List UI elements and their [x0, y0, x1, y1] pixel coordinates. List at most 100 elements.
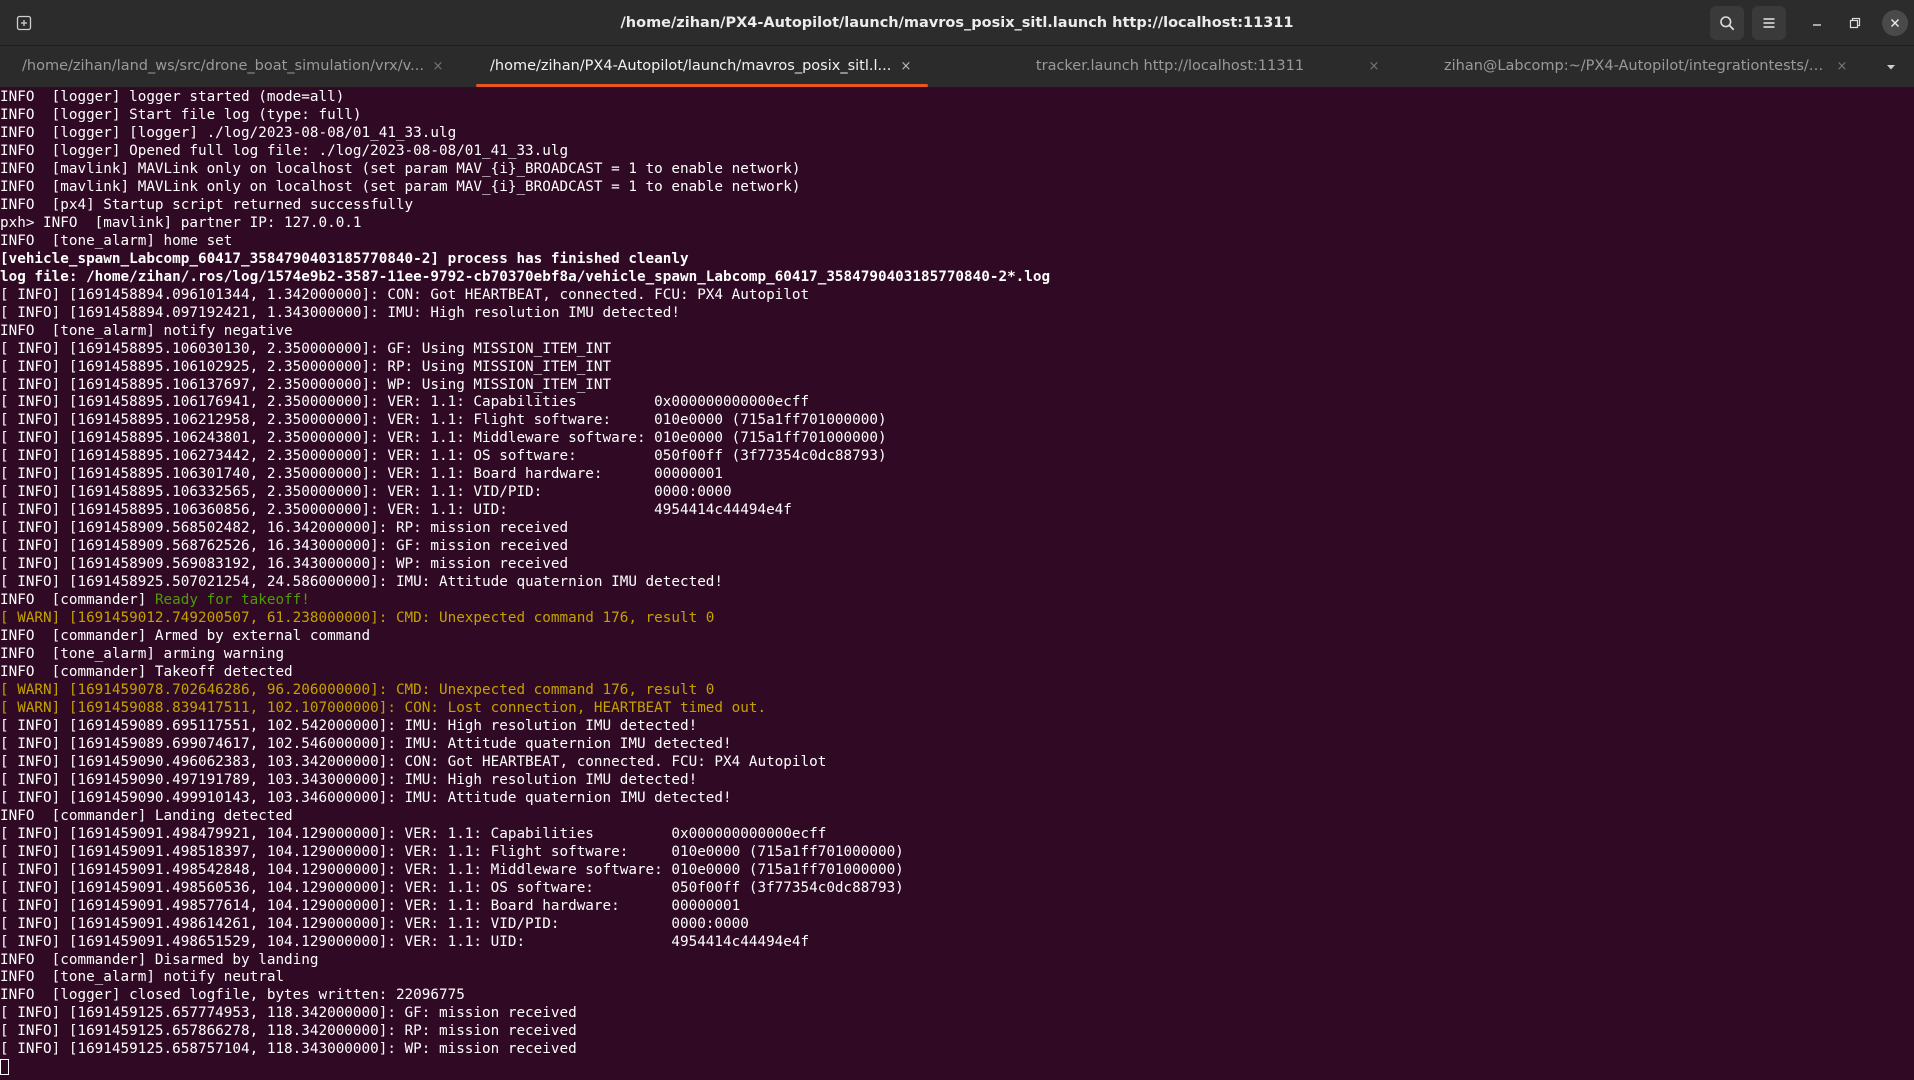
maximize-button[interactable] — [1842, 10, 1868, 36]
tab-vrx[interactable]: /home/zihan/land_ws/src/drone_boat_simul… — [0, 46, 468, 87]
tab-integrationtests[interactable]: zihan@Labcomp:~/PX4-Autopilot/integratio… — [1404, 46, 1872, 87]
terminal-line-text: [vehicle_spawn_Labcomp_60417_35847904031… — [0, 250, 689, 267]
terminal-line-text: [ INFO] [1691458895.106102925, 2.3500000… — [0, 358, 612, 375]
terminal-line: [vehicle_spawn_Labcomp_60417_35847904031… — [0, 251, 1914, 269]
prompt-line — [0, 1059, 1914, 1077]
tab-mavros-posix-sitl[interactable]: /home/zihan/PX4-Autopilot/launch/mavros_… — [468, 46, 936, 87]
terminal-line-text: [ INFO] [1691458909.568502482, 16.342000… — [0, 520, 569, 537]
terminal-line-text: INFO [logger] [logger] ./log/2023-08-08/… — [0, 124, 457, 141]
close-icon — [1890, 18, 1900, 28]
terminal-line-text: [ INFO] [1691459091.498614261, 104.12900… — [0, 915, 749, 932]
terminal-line: [ INFO] [1691458909.568762526, 16.343000… — [0, 538, 1914, 556]
terminal-line: INFO [px4] Startup script returned succe… — [0, 197, 1914, 215]
terminal-line-text: INFO [tone_alarm] arming warning — [0, 646, 285, 663]
terminal-line: [ INFO] [1691459090.499910143, 103.34600… — [0, 790, 1914, 808]
window-title: /home/zihan/PX4-Autopilot/launch/mavros_… — [620, 15, 1294, 31]
terminal-line-text: [ WARN] [1691459012.749200507, 61.238000… — [0, 610, 715, 627]
terminal-line: [ WARN] [1691459012.749200507, 61.238000… — [0, 610, 1914, 628]
search-button[interactable] — [1710, 6, 1744, 40]
terminal-line: [ INFO] [1691458895.106176941, 2.3500000… — [0, 394, 1914, 412]
tab-close-icon[interactable]: × — [430, 58, 446, 74]
new-tab-icon — [16, 15, 32, 31]
hamburger-menu-icon — [1763, 18, 1775, 28]
terminal-line: [ INFO] [1691459089.695117551, 102.54200… — [0, 718, 1914, 736]
terminal-line-text: [ INFO] [1691459090.497191789, 103.34300… — [0, 771, 698, 788]
chevron-down-icon — [1887, 65, 1895, 70]
terminal-line: INFO [tone_alarm] notify negative — [0, 323, 1914, 341]
terminal-line: INFO [logger] closed logfile, bytes writ… — [0, 987, 1914, 1005]
tab-label: zihan@Labcomp:~/PX4-Autopilot/integratio… — [1444, 58, 1832, 74]
terminal-line: [ INFO] [1691458895.106301740, 2.3500000… — [0, 466, 1914, 484]
terminal-line: [ INFO] [1691458894.096101344, 1.3420000… — [0, 287, 1914, 305]
tab-label: /home/zihan/PX4-Autopilot/launch/mavros_… — [490, 58, 892, 74]
terminal-line: INFO [logger] Opened full log file: ./lo… — [0, 143, 1914, 161]
terminal-line-text: INFO [logger] closed logfile, bytes writ… — [0, 987, 465, 1004]
terminal-line: [ INFO] [1691459091.498518397, 104.12900… — [0, 844, 1914, 862]
terminal-line-text: INFO [commander] — [0, 592, 155, 609]
terminal-line-text: INFO [commander] Takeoff detected — [0, 664, 293, 680]
terminal-line: INFO [logger] Start file log (type: full… — [0, 107, 1914, 125]
text-cursor — [0, 1059, 9, 1076]
terminal-line: [ WARN] [1691459078.702646286, 96.206000… — [0, 682, 1914, 700]
terminal-line-text: INFO [tone_alarm] notify neutral — [0, 969, 285, 986]
terminal-line-text: INFO [commander] Disarmed by landing — [0, 951, 319, 968]
terminal-line: INFO [commander] Disarmed by landing — [0, 952, 1914, 970]
terminal-line: [ INFO] [1691459091.498542848, 104.12900… — [0, 862, 1914, 880]
terminal-line-text: [ INFO] [1691459091.498479921, 104.12900… — [0, 825, 827, 842]
search-icon — [1720, 16, 1735, 31]
tab-label: tracker.launch http://localhost:11311 — [1035, 58, 1305, 74]
terminal-line: [ INFO] [1691458895.106360856, 2.3500000… — [0, 502, 1914, 520]
terminal-line-text: [ INFO] [1691459090.499910143, 103.34600… — [0, 789, 732, 806]
terminal-line-text: INFO [logger] Start file log (type: full… — [0, 106, 362, 123]
header-bar: /home/zihan/PX4-Autopilot/launch/mavros_… — [0, 0, 1914, 46]
tab-close-icon[interactable]: × — [1366, 58, 1382, 74]
tab-close-icon[interactable]: × — [898, 58, 914, 74]
terminal-line-text: INFO [mavlink] MAVLink only on localhost… — [0, 160, 801, 177]
terminal-line-text: [ INFO] [1691458909.568762526, 16.343000… — [0, 538, 569, 555]
terminal-line: [ INFO] [1691458894.097192421, 1.3430000… — [0, 305, 1914, 323]
terminal-line: [ INFO] [1691458909.569083192, 16.343000… — [0, 556, 1914, 574]
terminal-line: [ INFO] [1691458895.106212958, 2.3500000… — [0, 412, 1914, 430]
tab-label: /home/zihan/land_ws/src/drone_boat_simul… — [22, 58, 424, 74]
terminal-line: [ INFO] [1691459090.496062383, 103.34200… — [0, 754, 1914, 772]
terminal-line-text: [ INFO] [1691458894.096101344, 1.3420000… — [0, 286, 810, 303]
terminal-line: pxh> INFO [mavlink] partner IP: 127.0.0.… — [0, 215, 1914, 233]
terminal-line-text: log file: /home/zihan/.ros/log/1574e9b2-… — [0, 268, 1051, 285]
terminal-line-text: INFO [mavlink] MAVLink only on localhost… — [0, 178, 801, 195]
terminal-line: [ INFO] [1691459125.658757104, 118.34300… — [0, 1041, 1914, 1059]
terminal-line: INFO [logger] [logger] ./log/2023-08-08/… — [0, 125, 1914, 143]
terminal-line: INFO [logger] logger started (mode=all) — [0, 89, 1914, 107]
terminal-line-text: [ INFO] [1691459089.699074617, 102.54600… — [0, 735, 732, 752]
terminal-line: INFO [tone_alarm] notify neutral — [0, 969, 1914, 987]
terminal-line-text: [ WARN] [1691459078.702646286, 96.206000… — [0, 681, 715, 698]
terminal-line-text: pxh> INFO [mavlink] partner IP: 127.0.0.… — [0, 214, 362, 231]
terminal-line-text: [ INFO] [1691458909.569083192, 16.343000… — [0, 556, 569, 573]
terminal-line-text: [ INFO] [1691458894.097192421, 1.3430000… — [0, 304, 680, 321]
terminal-line: INFO [commander] Landing detected — [0, 808, 1914, 826]
terminal-line: [ WARN] [1691459088.839417511, 102.10700… — [0, 700, 1914, 718]
terminal-line-text: [ INFO] [1691458895.106243801, 2.3500000… — [0, 430, 887, 447]
terminal-line: [ INFO] [1691459089.699074617, 102.54600… — [0, 736, 1914, 754]
terminal-line-text: [ INFO] [1691458895.106137697, 2.3500000… — [0, 376, 612, 393]
terminal-line-text: [ INFO] [1691458895.106360856, 2.3500000… — [0, 502, 792, 519]
terminal-line-text: [ INFO] [1691459091.498560536, 104.12900… — [0, 879, 904, 896]
terminal-line: [ INFO] [1691459125.657866278, 118.34200… — [0, 1023, 1914, 1041]
terminal-line-text: INFO [logger] logger started (mode=all) — [0, 89, 345, 105]
terminal-line-text: [ INFO] [1691459091.498577614, 104.12900… — [0, 897, 741, 914]
terminal-line-text: INFO [tone_alarm] home set — [0, 232, 233, 249]
terminal-line: [ INFO] [1691459091.498614261, 104.12900… — [0, 916, 1914, 934]
minimize-button[interactable] — [1804, 10, 1830, 36]
terminal-line-text: [ INFO] [1691459091.498651529, 104.12900… — [0, 933, 810, 950]
terminal-line-highlight: Ready for takeoff! — [154, 592, 310, 609]
new-tab-button[interactable] — [8, 7, 40, 39]
main-menu-button[interactable] — [1752, 6, 1786, 40]
terminal-line-text: [ INFO] [1691458895.106030130, 2.3500000… — [0, 340, 612, 357]
tab-close-icon[interactable]: × — [1834, 58, 1850, 74]
tab-tracker-launch[interactable]: tracker.launch http://localhost:11311 × — [936, 46, 1404, 87]
terminal-line-text: [ INFO] [1691459125.657774953, 118.34200… — [0, 1005, 577, 1022]
terminal-line: INFO [tone_alarm] arming warning — [0, 646, 1914, 664]
tab-overflow-button[interactable] — [1882, 58, 1900, 76]
close-window-button[interactable] — [1882, 10, 1908, 36]
terminal-output[interactable]: INFO [logger] logger started (mode=all) I… — [0, 89, 1914, 1080]
terminal-line-text: [ INFO] [1691459125.657866278, 118.34200… — [0, 1023, 577, 1040]
